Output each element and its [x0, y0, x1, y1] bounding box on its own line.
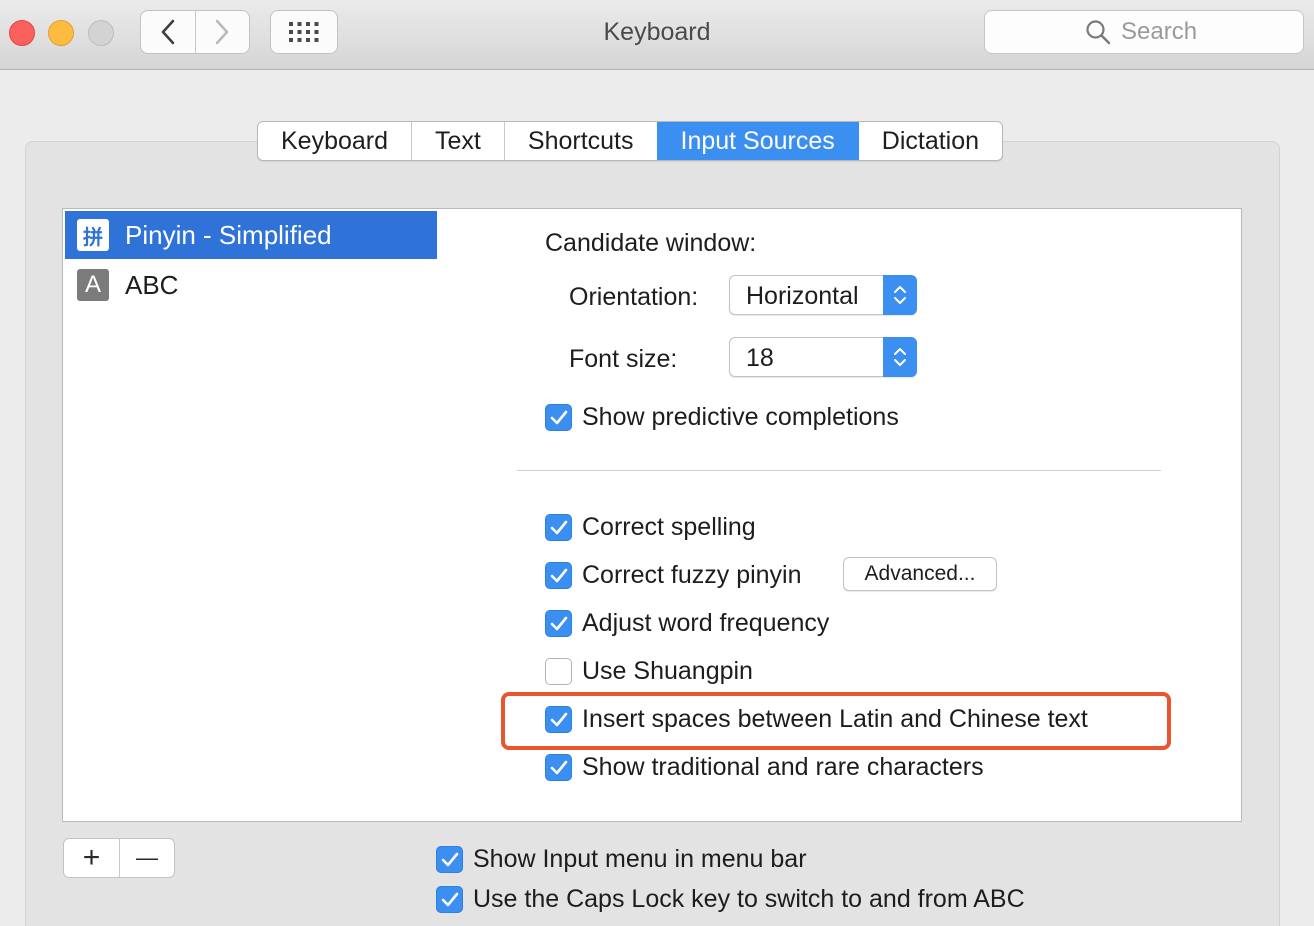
show-input-menu-label: Show Input menu in menu bar: [473, 845, 807, 873]
tab-dictation[interactable]: Dictation: [857, 122, 1002, 160]
word-frequency-checkbox[interactable]: [545, 610, 572, 637]
caps-lock-switch-option[interactable]: Use the Caps Lock key to switch to and f…: [436, 885, 1025, 914]
traditional-characters-checkbox[interactable]: [545, 754, 572, 781]
abc-icon: A: [77, 269, 109, 301]
search-field[interactable]: [984, 10, 1304, 54]
pinyin-icon: 拼: [77, 219, 109, 251]
word-frequency-option[interactable]: Adjust word frequency: [545, 609, 829, 638]
insert-spaces-checkbox[interactable]: [545, 706, 572, 733]
shuangpin-option[interactable]: Use Shuangpin: [545, 657, 753, 686]
word-frequency-label: Adjust word frequency: [582, 609, 830, 637]
orientation-label: Orientation:: [569, 283, 699, 311]
remove-source-button[interactable]: —: [118, 839, 174, 877]
source-item-label: ABC: [125, 269, 179, 300]
orientation-value: Horizontal: [746, 282, 859, 310]
candidate-window-heading: Candidate window:: [545, 229, 757, 257]
checkmark-icon: [550, 616, 567, 630]
predictive-completions-option[interactable]: Show predictive completions: [545, 403, 899, 432]
fuzzy-pinyin-label: Correct fuzzy pinyin: [582, 561, 802, 589]
correct-spelling-label: Correct spelling: [582, 513, 756, 541]
input-source-options: Candidate window: Orientation: Horizonta…: [437, 208, 1242, 822]
orientation-popup[interactable]: Horizontal: [729, 275, 917, 315]
fuzzy-pinyin-option[interactable]: Correct fuzzy pinyin: [545, 561, 802, 590]
tab-bar: Keyboard Text Shortcuts Input Sources Di…: [257, 121, 1004, 161]
tab-keyboard[interactable]: Keyboard: [258, 122, 411, 160]
tab-input-sources[interactable]: Input Sources: [656, 122, 858, 160]
checkmark-icon: [550, 520, 567, 534]
checkmark-icon: [550, 410, 567, 424]
search-icon: [1086, 20, 1111, 45]
checkmark-icon: [550, 712, 567, 726]
caps-lock-switch-checkbox[interactable]: [436, 886, 463, 913]
correct-spelling-checkbox[interactable]: [545, 514, 572, 541]
insert-spaces-option[interactable]: Insert spaces between Latin and Chinese …: [545, 705, 1088, 734]
caps-lock-switch-label: Use the Caps Lock key to switch to and f…: [473, 885, 1025, 913]
show-input-menu-checkbox[interactable]: [436, 846, 463, 873]
predictive-completions-label: Show predictive completions: [582, 403, 899, 431]
popup-stepper: [883, 337, 917, 377]
show-input-menu-option[interactable]: Show Input menu in menu bar: [436, 845, 807, 874]
shuangpin-label: Use Shuangpin: [582, 657, 753, 685]
up-down-chevron-icon: [894, 286, 906, 304]
title-bar: Keyboard: [0, 0, 1314, 70]
popup-stepper: [883, 275, 917, 315]
add-source-button[interactable]: +: [64, 839, 119, 877]
correct-spelling-option[interactable]: Correct spelling: [545, 513, 756, 542]
fuzzy-pinyin-checkbox[interactable]: [545, 562, 572, 589]
insert-spaces-label: Insert spaces between Latin and Chinese …: [582, 705, 1088, 733]
tab-text[interactable]: Text: [411, 122, 504, 160]
checkmark-icon: [441, 892, 458, 906]
predictive-completions-checkbox[interactable]: [545, 404, 572, 431]
input-source-list: 拼 Pinyin - Simplified A ABC: [62, 208, 438, 822]
tab-shortcuts[interactable]: Shortcuts: [503, 122, 657, 160]
checkmark-icon: [441, 852, 458, 866]
traditional-characters-option[interactable]: Show traditional and rare characters: [545, 753, 984, 782]
up-down-chevron-icon: [894, 348, 906, 366]
checkmark-icon: [550, 760, 567, 774]
font-size-label: Font size:: [569, 345, 678, 373]
traditional-characters-label: Show traditional and rare characters: [582, 753, 984, 781]
source-item-pinyin[interactable]: 拼 Pinyin - Simplified: [65, 211, 437, 259]
shuangpin-checkbox[interactable]: [545, 658, 572, 685]
font-size-popup[interactable]: 18: [729, 337, 917, 377]
font-size-value: 18: [746, 344, 774, 372]
checkmark-icon: [550, 568, 567, 582]
advanced-button[interactable]: Advanced...: [843, 557, 997, 591]
search-input[interactable]: [1121, 18, 1203, 46]
add-remove-control: + —: [63, 838, 175, 878]
separator: [517, 470, 1161, 471]
source-item-label: Pinyin - Simplified: [125, 219, 332, 250]
source-item-abc[interactable]: A ABC: [65, 261, 437, 309]
